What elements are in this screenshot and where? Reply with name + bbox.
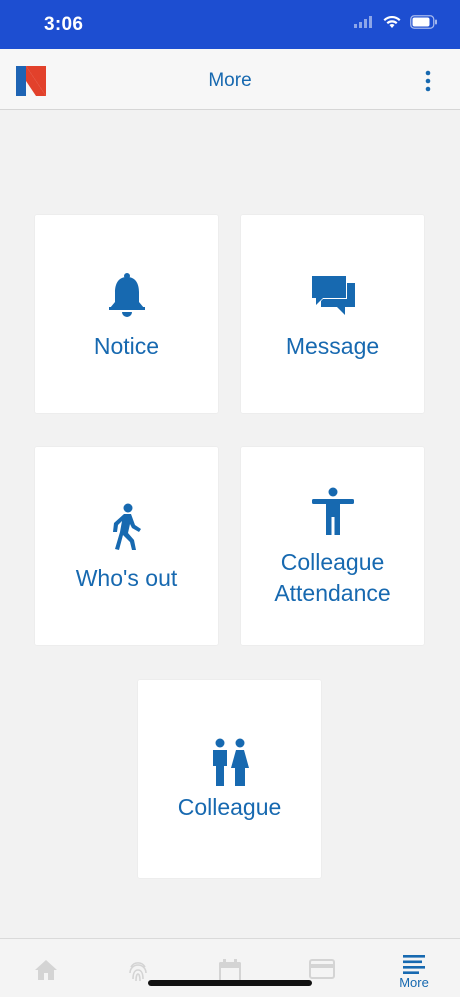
wifi-icon xyxy=(383,15,401,28)
status-time: 3:06 xyxy=(44,14,84,35)
page-title: More xyxy=(208,70,252,91)
battery-icon xyxy=(410,15,437,29)
colleague-tile[interactable]: Colleague xyxy=(138,680,321,878)
notice-label: Notice xyxy=(93,333,160,359)
tab-calendar[interactable] xyxy=(184,939,276,997)
tab-home[interactable] xyxy=(0,939,92,997)
chat-icon xyxy=(310,275,355,315)
tab-card[interactable] xyxy=(276,939,368,997)
status-bar: 3:06 xyxy=(0,0,460,49)
status-icons xyxy=(354,15,438,29)
colleagues-icon xyxy=(212,738,249,786)
colleague-attendance-label-line1: Colleague xyxy=(280,549,385,575)
message-label: Message xyxy=(285,333,380,359)
whos-out-tile[interactable]: Who's out xyxy=(35,447,218,645)
signal-icon xyxy=(354,16,372,28)
colleague-label: Colleague xyxy=(177,794,282,820)
walking-person-icon xyxy=(112,503,141,550)
app-header: More xyxy=(0,49,460,110)
fingerprint-icon xyxy=(129,962,147,982)
more-options-icon[interactable] xyxy=(418,69,438,93)
colleague-attendance-tile[interactable]: Colleague Attendance xyxy=(241,447,424,645)
tab-more-label: More xyxy=(399,975,429,990)
notice-tile[interactable]: Notice xyxy=(35,215,218,413)
card-icon xyxy=(309,959,335,979)
home-indicator xyxy=(148,980,312,986)
person-standing-icon xyxy=(311,487,354,535)
colleague-attendance-label-line2: Attendance xyxy=(274,580,391,606)
tab-bar: More xyxy=(0,938,460,997)
home-icon xyxy=(35,960,57,980)
tab-more[interactable]: More xyxy=(368,939,460,997)
menu-lines-icon xyxy=(403,955,425,974)
bell-icon xyxy=(108,273,145,317)
tab-attendance[interactable] xyxy=(92,939,184,997)
message-tile[interactable]: Message xyxy=(241,215,424,413)
whos-out-label: Who's out xyxy=(75,565,178,591)
